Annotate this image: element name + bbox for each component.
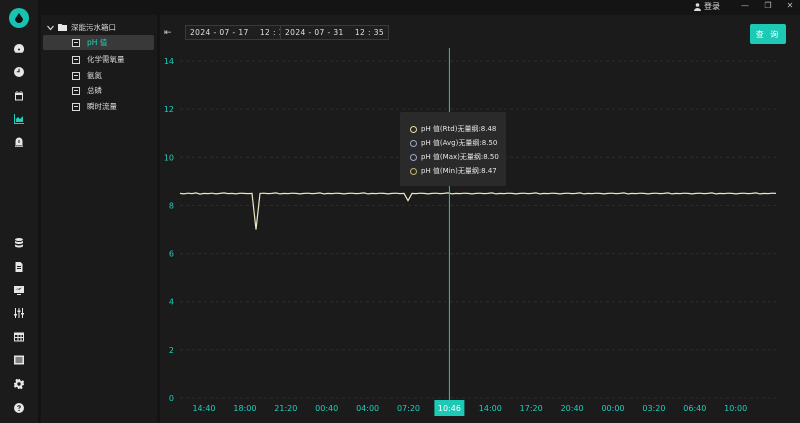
chevron-down-icon[interactable]: [47, 25, 54, 31]
ph-series-line: [179, 192, 777, 230]
tree-item-ph[interactable]: pH 值: [43, 35, 154, 50]
gear-icon[interactable]: [11, 376, 27, 392]
tree-root[interactable]: 深能污水箱口: [47, 22, 116, 33]
x-tick-label: 07:20: [397, 404, 420, 413]
y-tick-label: 6: [169, 250, 174, 259]
database-icon[interactable]: [11, 235, 27, 251]
chart-tooltip: pH 值(Rtd)无量纲:8.48 pH 值(Avg)无量纲:8.50 pH 值…: [400, 112, 506, 186]
list-icon[interactable]: [11, 352, 27, 368]
tooltip-row-label: pH 值(Rtd)无量纲:8.48: [421, 125, 497, 133]
help-icon[interactable]: [11, 400, 27, 416]
table-icon[interactable]: [11, 329, 27, 345]
tree-item-label: 氨氮: [87, 71, 102, 80]
y-tick-label: 12: [164, 105, 174, 114]
folder-icon: [58, 24, 67, 31]
y-tick-label: 8: [169, 201, 174, 210]
report-icon[interactable]: [11, 259, 27, 275]
x-tick-label: 10:00: [724, 404, 747, 413]
calendar-icon[interactable]: [11, 88, 27, 104]
tree-item-phosphorus[interactable]: 总磷: [43, 83, 154, 98]
series-marker-icon: [410, 167, 417, 175]
x-tick-label: 00:00: [601, 404, 624, 413]
x-tick-label: 10:46: [438, 404, 461, 413]
tree-item-label: 化学需氧量: [87, 55, 125, 64]
collapse-box-icon: [72, 86, 80, 95]
series-marker-icon: [410, 153, 417, 161]
x-tick-label: 03:20: [642, 404, 665, 413]
collapse-box-icon: [72, 71, 80, 80]
tooltip-row: pH 值(Avg)无量纲:8.50: [410, 138, 497, 148]
y-tick-label: 4: [169, 298, 174, 307]
dashboard-icon[interactable]: [11, 41, 27, 57]
x-tick-label: 00:40: [315, 404, 338, 413]
end-date-picker[interactable]: 2024 - 07 - 31 12 : 35: [280, 25, 390, 40]
x-tick-label: 06:40: [683, 404, 706, 413]
query-button[interactable]: 查 询: [750, 24, 786, 44]
monitor-icon[interactable]: [11, 282, 27, 298]
y-tick-label: 2: [169, 346, 174, 355]
x-tick-label: 14:00: [479, 404, 502, 413]
tree-item-label: pH 值: [87, 38, 108, 47]
x-tick-label: 18:00: [233, 404, 256, 413]
tree-item-label: 瞬时流量: [87, 102, 117, 111]
alarm-icon[interactable]: [11, 134, 27, 150]
series-marker-icon: [410, 125, 417, 133]
login-button[interactable]: 登录: [694, 1, 720, 12]
left-rail: [0, 0, 39, 423]
tooltip-row: pH 值(Min)无量纲:8.47: [410, 166, 497, 176]
x-tick-label: 04:00: [356, 404, 379, 413]
minimize-button[interactable]: —: [738, 1, 752, 13]
y-tick-label: 0: [169, 394, 174, 403]
tooltip-row-label: pH 值(Avg)无量纲:8.50: [421, 139, 498, 147]
collapse-sidebar-icon[interactable]: ⇤: [164, 28, 172, 38]
clock-icon[interactable]: [11, 64, 27, 80]
tooltip-row: pH 值(Rtd)无量纲:8.48: [410, 124, 496, 134]
x-tick-label: 14:40: [192, 404, 215, 413]
tree-item-flow[interactable]: 瞬时流量: [43, 99, 154, 114]
tooltip-row-label: pH 值(Max)无量纲:8.50: [421, 153, 499, 161]
start-date-picker[interactable]: 2024 - 07 - 17 12 : 35: [185, 25, 295, 40]
series-marker-icon: [410, 139, 417, 147]
y-tick-label: 14: [164, 57, 174, 66]
area-chart-icon[interactable]: [11, 111, 27, 127]
maximize-button[interactable]: ❐: [761, 1, 775, 13]
tree-root-label: 深能污水箱口: [71, 23, 116, 32]
ph-line-chart[interactable]: 0 2 4 6 8 10 12 14 14:40 18:00 21:20 00:40 04:00 07:2…: [160, 48, 800, 423]
x-tick-label: 17:20: [520, 404, 543, 413]
app-logo: [9, 8, 29, 28]
tree-item-ammonia[interactable]: 氨氮: [43, 68, 154, 83]
tree-item-cod[interactable]: 化学需氧量: [43, 52, 154, 67]
collapse-box-icon: [72, 55, 80, 64]
x-tick-label: 21:20: [274, 404, 297, 413]
station-tree: 深能污水箱口 pH 值 化学需氧量 氨氮 总磷 瞬时流量: [41, 15, 157, 423]
y-tick-label: 10: [164, 153, 174, 162]
x-tick-label: 20:40: [561, 404, 584, 413]
collapse-box-icon: [72, 102, 80, 111]
collapse-box-icon: [72, 38, 80, 47]
tooltip-row: pH 值(Max)无量纲:8.50: [410, 152, 499, 162]
sliders-icon[interactable]: [11, 305, 27, 321]
tooltip-row-label: pH 值(Min)无量纲:8.47: [421, 167, 497, 175]
close-button[interactable]: ✕: [783, 1, 797, 13]
user-icon: [694, 2, 701, 11]
tree-item-label: 总磷: [87, 86, 102, 95]
login-label: 登录: [704, 2, 720, 11]
